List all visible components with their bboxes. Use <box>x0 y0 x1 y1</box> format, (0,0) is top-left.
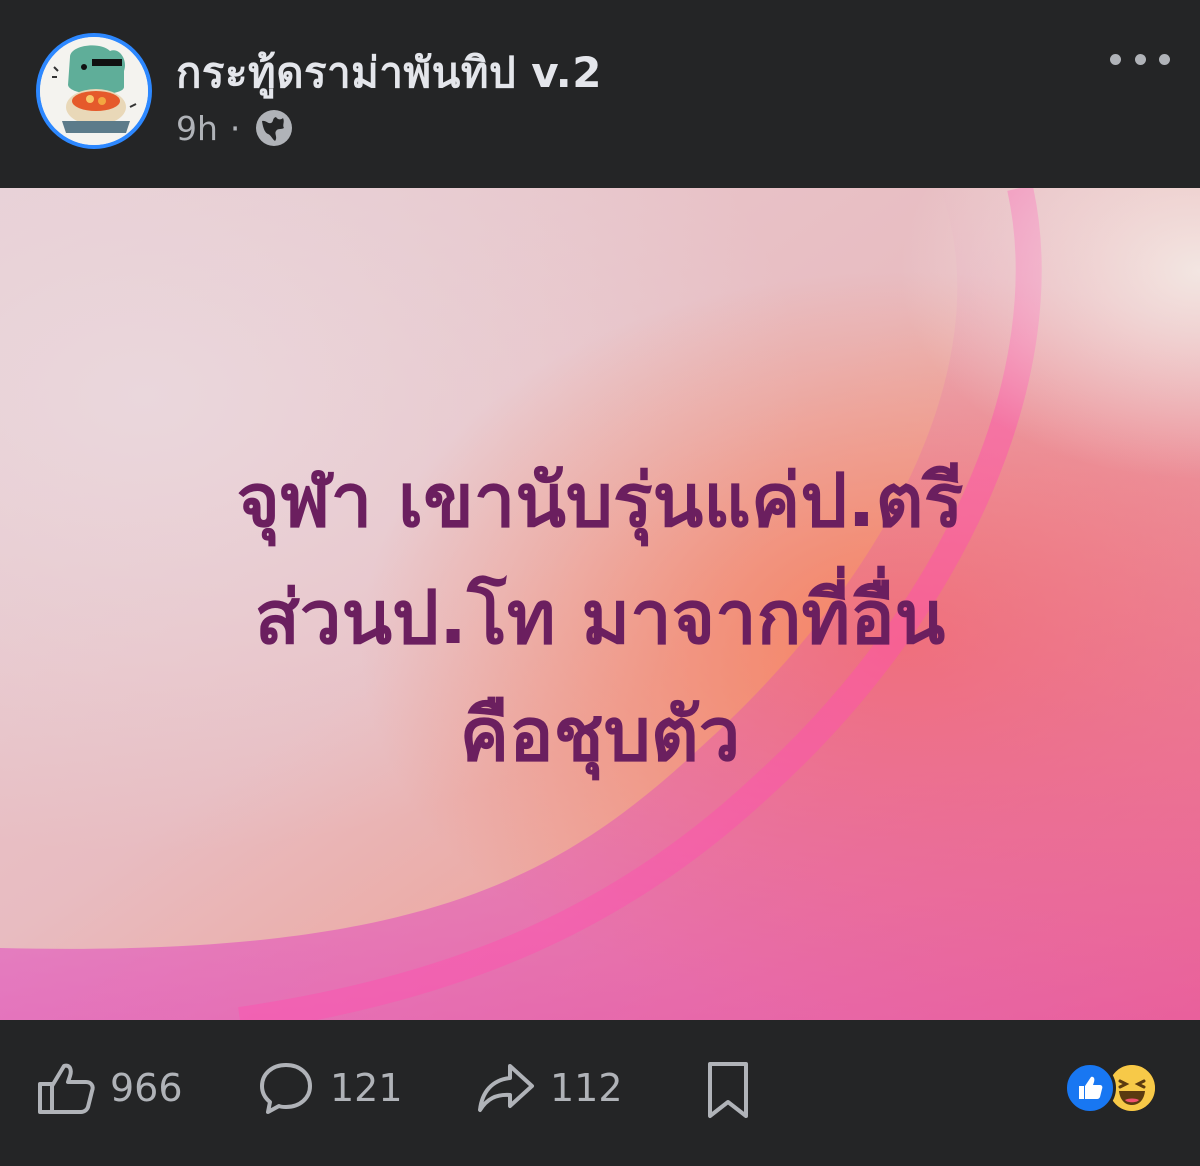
post-text-line: คือชุบตัว <box>459 692 741 778</box>
share-count: 112 <box>550 1066 623 1110</box>
share-button[interactable]: 112 <box>476 1060 623 1116</box>
meta-separator: · <box>229 108 241 148</box>
more-options-icon[interactable] <box>1110 44 1170 74</box>
like-count: 966 <box>110 1066 183 1110</box>
thumbs-up-icon <box>36 1060 110 1116</box>
post-meta: 9h · <box>176 108 294 148</box>
comment-count: 121 <box>330 1066 403 1110</box>
comment-icon <box>256 1060 330 1116</box>
post-time[interactable]: 9h <box>176 109 218 148</box>
like-button[interactable]: 966 <box>36 1060 183 1116</box>
page-name[interactable]: กระทู้ดราม่าพันทิป v.2 <box>176 40 602 106</box>
globe-icon <box>254 108 294 148</box>
post-text: จุฬา เขานับรุ่นแค่ป.ตรี ส่วนป.โท มาจากที… <box>0 443 1200 794</box>
like-reaction-icon <box>1064 1062 1116 1114</box>
post-text-line: ส่วนป.โท มาจากที่อื่น <box>254 575 946 661</box>
comment-button[interactable]: 121 <box>256 1060 403 1116</box>
save-button[interactable] <box>704 1060 766 1120</box>
post-text-line: จุฬา เขานับรุ่นแค่ป.ตรี <box>236 458 964 544</box>
post-background: จุฬา เขานับรุ่นแค่ป.ตรี ส่วนป.โท มาจากที… <box>0 188 1200 1020</box>
reactions-summary[interactable] <box>1064 1062 1160 1114</box>
post-header: กระทู้ดราม่าพันทิป v.2 9h · <box>0 0 1200 188</box>
bookmark-icon <box>704 1060 766 1120</box>
post-actions-bar: 966 121 112 <box>0 1020 1200 1166</box>
page-avatar[interactable] <box>36 33 152 149</box>
share-arrow-icon <box>476 1060 550 1116</box>
